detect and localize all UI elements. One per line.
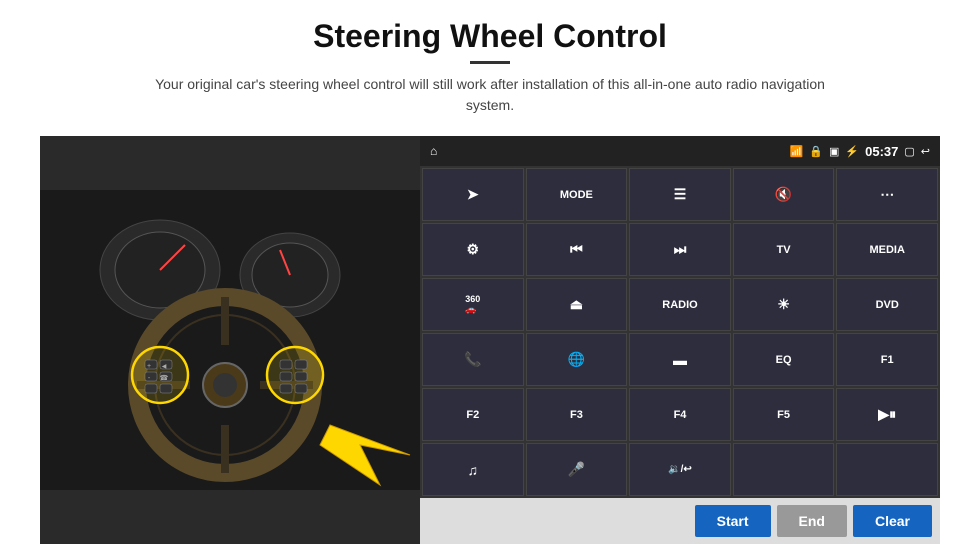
action-bar: Start End Clear [420, 498, 940, 544]
radio-button[interactable]: RADIO [629, 278, 731, 331]
f5-button[interactable]: F5 [733, 388, 835, 441]
svg-text:+: + [147, 363, 151, 370]
wifi-icon: 📶 [790, 145, 804, 158]
eject-button[interactable]: ⏏ [526, 278, 628, 331]
subtitle-text: Your original car's steering wheel contr… [150, 74, 830, 116]
control-panel: ⌂ 📶 🔒 ▣ ⚡ 05:37 ▢ ↩ ➤ MODE ☰ 🔇 ⋯ [420, 136, 940, 544]
lock-icon: 🔒 [809, 145, 823, 158]
status-bar: ⌂ 📶 🔒 ▣ ⚡ 05:37 ▢ ↩ [420, 136, 940, 166]
empty2 [836, 443, 938, 496]
music-button[interactable]: ♫ [422, 443, 524, 496]
next-button[interactable]: ⏭ [629, 223, 731, 276]
dvd-button[interactable]: DVD [836, 278, 938, 331]
back-icon[interactable]: ↩ [921, 145, 930, 158]
bluetooth-icon: ⚡ [845, 145, 859, 158]
screen-icon: ▢ [904, 145, 914, 158]
f3-button[interactable]: F3 [526, 388, 628, 441]
empty1 [733, 443, 835, 496]
button-grid: ➤ MODE ☰ 🔇 ⋯ ⚙ ⏮ ⏭ TV MEDIA 360🚗 ⏏ RADIO… [420, 166, 940, 498]
page-title: Steering Wheel Control [150, 18, 830, 55]
svg-text:☎: ☎ [160, 374, 169, 382]
settings-button[interactable]: ⚙ [422, 223, 524, 276]
mode-button[interactable]: MODE [526, 168, 628, 221]
sim-icon: ▣ [829, 145, 839, 158]
title-divider [470, 61, 510, 64]
clear-button[interactable]: Clear [853, 505, 932, 537]
vol-button[interactable]: 🔉/↩ [629, 443, 731, 496]
steering-wheel-area: + ◀ - ☎ [40, 136, 420, 544]
tv-button[interactable]: TV [733, 223, 835, 276]
globe-button[interactable]: 🌐 [526, 333, 628, 386]
title-section: Steering Wheel Control Your original car… [150, 18, 830, 130]
content-row: + ◀ - ☎ ⌂ 📶 🔒 ▣ ⚡ 05:37 ▢ ↩ [40, 136, 940, 544]
apps-button[interactable]: ⋯ [836, 168, 938, 221]
media-button[interactable]: MEDIA [836, 223, 938, 276]
steering-wheel-svg: + ◀ - ☎ [40, 136, 420, 544]
f2-button[interactable]: F2 [422, 388, 524, 441]
playpause-button[interactable]: ▶⏸ [836, 388, 938, 441]
eq-button[interactable]: EQ [733, 333, 835, 386]
f4-button[interactable]: F4 [629, 388, 731, 441]
prev-button[interactable]: ⏮ [526, 223, 628, 276]
page-container: Steering Wheel Control Your original car… [0, 0, 980, 544]
home-icon[interactable]: ⌂ [430, 144, 437, 158]
end-button[interactable]: End [777, 505, 847, 537]
navigate-button[interactable]: ➤ [422, 168, 524, 221]
mic-button[interactable]: 🎤 [526, 443, 628, 496]
svg-text:◀: ◀ [162, 364, 167, 370]
mute-button[interactable]: 🔇 [733, 168, 835, 221]
status-time: 05:37 [865, 144, 898, 159]
start-button[interactable]: Start [695, 505, 771, 537]
list-button[interactable]: ☰ [629, 168, 731, 221]
f1-button[interactable]: F1 [836, 333, 938, 386]
phone-button[interactable]: 📞 [422, 333, 524, 386]
cam360-button[interactable]: 360🚗 [422, 278, 524, 331]
status-right: 📶 🔒 ▣ ⚡ 05:37 ▢ ↩ [790, 144, 930, 159]
panel-button[interactable]: ▬ [629, 333, 731, 386]
brightness-button[interactable]: ☀ [733, 278, 835, 331]
